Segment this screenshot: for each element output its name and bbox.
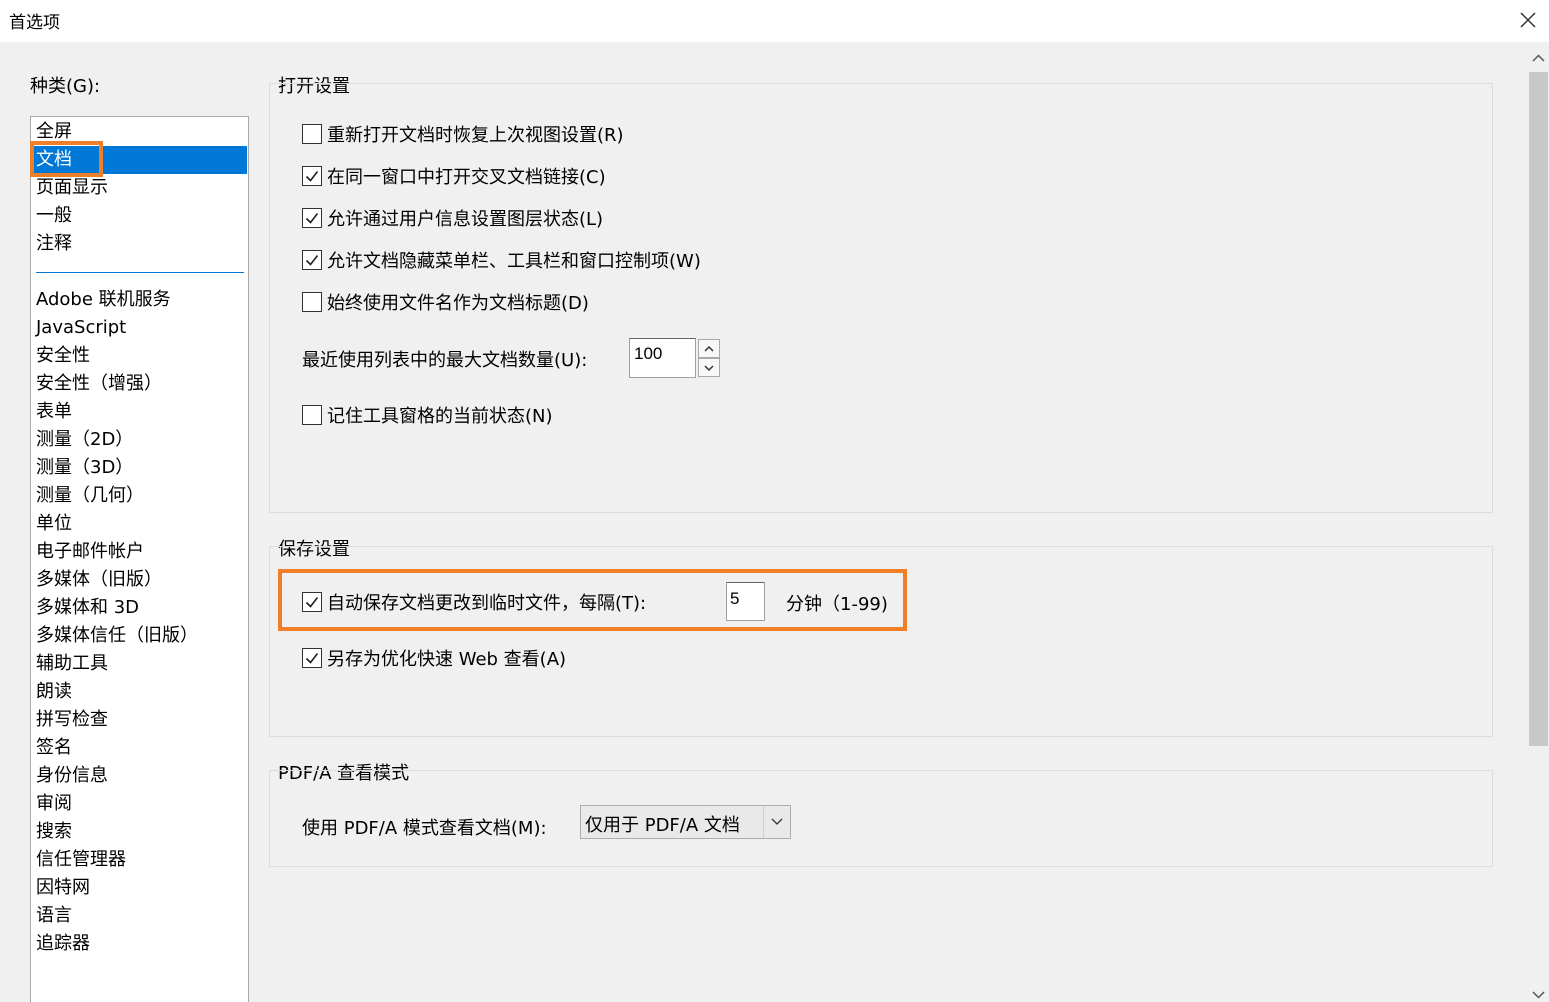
checkbox-hide-menubar[interactable] — [302, 250, 322, 270]
max-docs-input[interactable]: 100 — [629, 338, 696, 378]
category-item[interactable]: 测量（几何） — [32, 482, 247, 510]
category-item-comments[interactable]: 注释 — [32, 230, 247, 258]
category-item-general[interactable]: 一般 — [32, 202, 247, 230]
category-separator — [36, 272, 244, 273]
category-item[interactable]: 多媒体信任（旧版） — [32, 622, 247, 650]
check-icon — [305, 213, 319, 224]
category-item[interactable]: 追踪器 — [32, 930, 247, 958]
scroll-down-button[interactable] — [1528, 984, 1549, 1002]
category-item[interactable]: 因特网 — [32, 874, 247, 902]
category-label: 种类(G): — [30, 76, 101, 97]
check-icon — [305, 255, 319, 266]
checkbox-fast-web[interactable] — [302, 648, 322, 668]
chevron-up-icon — [704, 345, 714, 352]
scroll-up-icon — [1532, 54, 1545, 62]
category-item[interactable]: 电子邮件帐户 — [32, 538, 247, 566]
option-label-cross-doc-links: 在同一窗口中打开交叉文档链接(C) — [327, 167, 606, 188]
category-item[interactable]: 安全性（增强） — [32, 370, 247, 398]
category-list[interactable]: 全屏 文档 页面显示 一般 注释 Adobe 联机服务 JavaScript 安全性… — [30, 116, 249, 1002]
save-settings-group — [269, 546, 1493, 737]
option-label-remember-tools: 记住工具窗格的当前状态(N) — [327, 406, 553, 427]
category-item[interactable]: 审阅 — [32, 790, 247, 818]
category-item[interactable]: 身份信息 — [32, 762, 247, 790]
category-item-fullscreen[interactable]: 全屏 — [32, 118, 247, 146]
checkbox-cross-doc-links[interactable] — [302, 166, 322, 186]
pdfa-mode-select[interactable]: 仅用于 PDF/A 文档 — [580, 805, 791, 839]
option-label-fast-web: 另存为优化快速 Web 查看(A) — [327, 649, 567, 670]
vertical-scrollbar[interactable] — [1528, 42, 1549, 1002]
category-item[interactable]: 签名 — [32, 734, 247, 762]
category-item[interactable]: 辅助工具 — [32, 650, 247, 678]
window-title: 首选项 — [9, 13, 60, 33]
scroll-down-icon — [1532, 991, 1545, 999]
checkbox-filename-title[interactable] — [302, 292, 322, 312]
category-item[interactable]: 安全性 — [32, 342, 247, 370]
category-item[interactable]: 信任管理器 — [32, 846, 247, 874]
category-item[interactable]: 拼写检查 — [32, 706, 247, 734]
autosave-unit-label: 分钟（1-99) — [786, 594, 888, 615]
close-icon — [1520, 12, 1536, 28]
pdfa-mode-value: 仅用于 PDF/A 文档 — [585, 815, 740, 836]
title-bar: 首选项 — [0, 0, 1549, 42]
option-label-restore-view: 重新打开文档时恢复上次视图设置(R) — [327, 125, 624, 146]
category-item[interactable]: 单位 — [32, 510, 247, 538]
checkbox-remember-tools[interactable] — [302, 405, 322, 425]
option-label-hide-menubar: 允许文档隐藏菜单栏、工具栏和窗口控制项(W) — [327, 251, 701, 272]
category-item[interactable]: 测量（3D） — [32, 454, 247, 482]
check-icon — [305, 597, 319, 608]
check-icon — [305, 653, 319, 664]
category-item[interactable]: 表单 — [32, 398, 247, 426]
select-divider — [763, 806, 764, 838]
category-item[interactable]: 搜索 — [32, 818, 247, 846]
category-item[interactable]: 朗读 — [32, 678, 247, 706]
close-button[interactable] — [1512, 4, 1544, 36]
scrollbar-thumb[interactable] — [1529, 72, 1548, 746]
scroll-up-button[interactable] — [1528, 48, 1549, 69]
category-item[interactable]: JavaScript — [32, 314, 247, 342]
checkbox-layer-state[interactable] — [302, 208, 322, 228]
option-label-autosave: 自动保存文档更改到临时文件，每隔(T): — [327, 593, 647, 614]
checkbox-restore-view[interactable] — [302, 124, 322, 144]
check-icon — [305, 171, 319, 182]
max-docs-label: 最近使用列表中的最大文档数量(U): — [302, 350, 588, 371]
category-item[interactable]: Adobe 联机服务 — [32, 286, 247, 314]
spin-down-button[interactable] — [698, 358, 720, 377]
option-label-filename-title: 始终使用文件名作为文档标题(D) — [327, 293, 589, 314]
spin-up-button[interactable] — [698, 339, 720, 358]
checkbox-autosave[interactable] — [302, 592, 322, 612]
chevron-down-icon — [704, 365, 714, 372]
category-item[interactable]: 多媒体（旧版） — [32, 566, 247, 594]
category-item[interactable]: 语言 — [32, 902, 247, 930]
category-item-page-display[interactable]: 页面显示 — [32, 174, 247, 202]
chevron-down-icon — [771, 818, 783, 825]
category-item-document[interactable]: 文档 — [32, 146, 247, 174]
autosave-interval-input[interactable]: 5 — [726, 582, 765, 621]
pdfa-mode-label: 使用 PDF/A 模式查看文档(M): — [302, 818, 547, 839]
option-label-layer-state: 允许通过用户信息设置图层状态(L) — [327, 209, 604, 230]
category-item[interactable]: 多媒体和 3D — [32, 594, 247, 622]
category-item[interactable]: 测量（2D） — [32, 426, 247, 454]
